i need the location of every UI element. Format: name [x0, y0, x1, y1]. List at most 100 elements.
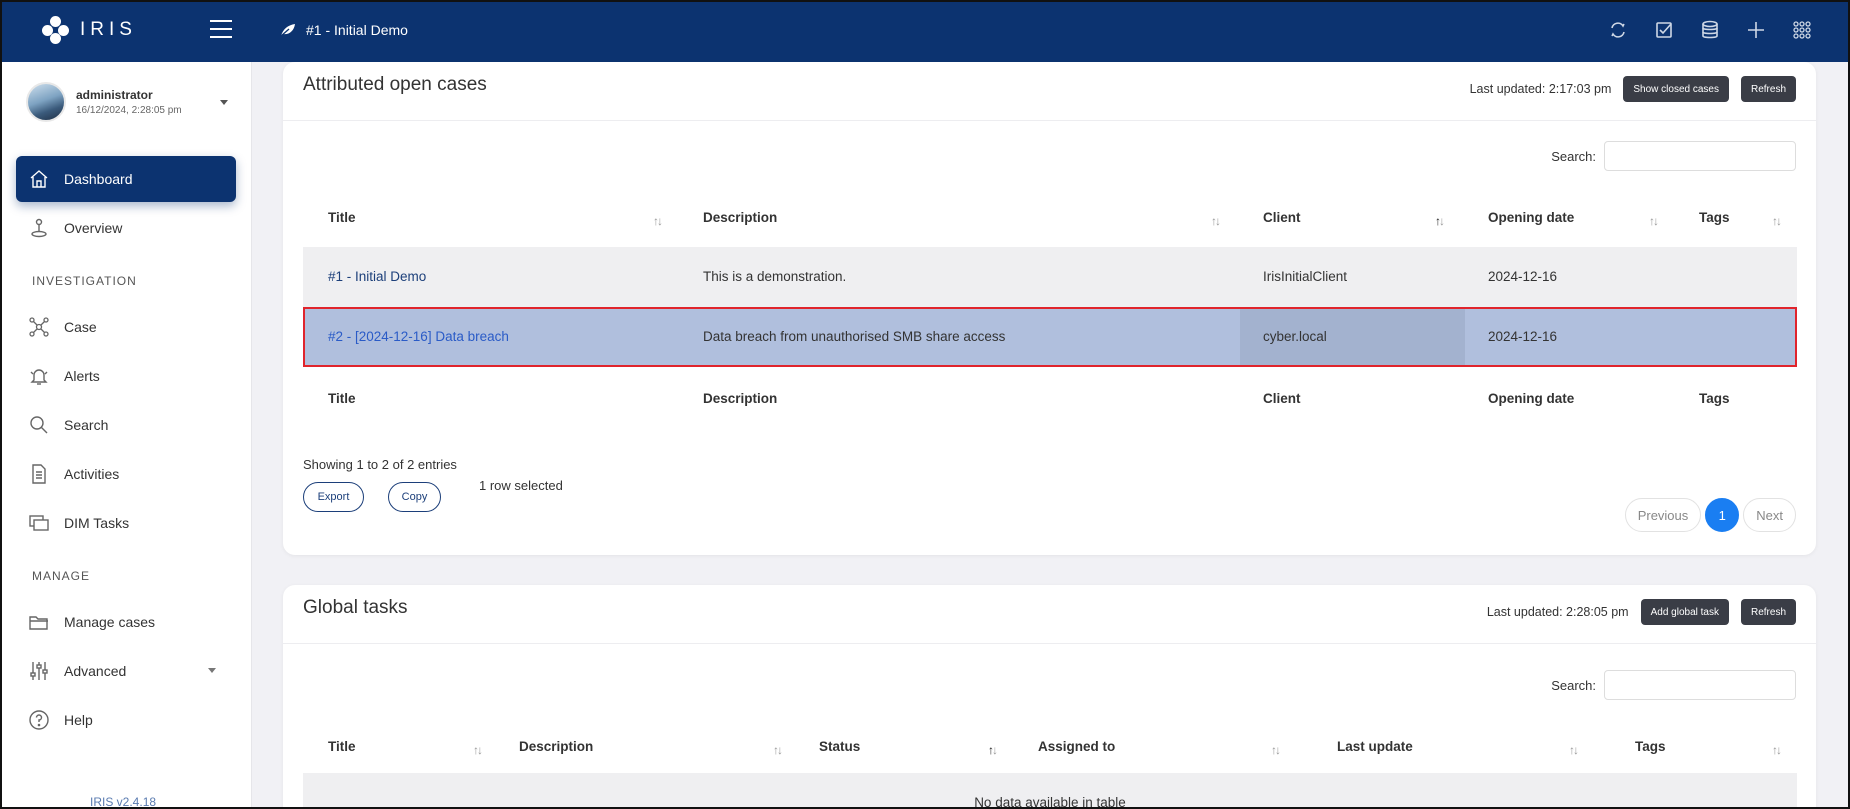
col-header-assigned-to[interactable]: Assigned to: [1038, 739, 1115, 754]
sort-icon[interactable]: ↑↓: [1271, 743, 1281, 757]
sidebar-item-label: Overview: [64, 220, 123, 236]
version-link[interactable]: IRIS v2.4.18: [90, 795, 156, 809]
sidebar-item-help[interactable]: Help: [16, 697, 236, 743]
home-icon: [26, 166, 52, 192]
refresh-icon[interactable]: [1606, 18, 1630, 42]
open-cases-title: Attributed open cases: [303, 74, 487, 95]
folder-icon: [26, 609, 52, 635]
cases-last-updated: Last updated: 2:17:03 pm: [1469, 82, 1612, 96]
copy-button[interactable]: Copy: [388, 482, 441, 512]
show-closed-cases-button[interactable]: Show closed cases: [1623, 76, 1729, 102]
sidebar-item-search[interactable]: Search: [16, 402, 236, 448]
col-header-client[interactable]: Client: [1263, 210, 1301, 225]
table-row[interactable]: #1 - Initial Demo This is a demonstratio…: [303, 247, 1797, 307]
sidebar-item-label: Case: [64, 319, 97, 335]
col-header-description[interactable]: Description: [519, 739, 593, 754]
sidebar-item-overview[interactable]: Overview: [16, 205, 236, 251]
col-header-last-update[interactable]: Last update: [1337, 739, 1413, 754]
sort-icon[interactable]: ↑↓: [1649, 214, 1659, 228]
col-header-status[interactable]: Status: [819, 739, 860, 754]
menu-toggle-button[interactable]: [210, 20, 232, 38]
empty-table-message: No data available in table: [974, 795, 1126, 809]
sidebar-item-label: Dashboard: [64, 171, 133, 187]
apps-grid-icon[interactable]: [1790, 18, 1814, 42]
sidebar-item-label: Advanced: [64, 663, 127, 679]
sidebar-item-label: DIM Tasks: [64, 515, 130, 531]
logo-mark-icon: [42, 16, 70, 44]
user-datetime: 16/12/2024, 2:28:05 pm: [76, 105, 182, 116]
cases-search-input[interactable]: [1604, 141, 1796, 171]
col-footer-client: Client: [1263, 391, 1301, 406]
selection-info: 1 row selected: [479, 478, 563, 493]
case-opening-date: 2024-12-16: [1488, 269, 1558, 284]
sidebar-item-activities[interactable]: Activities: [16, 451, 236, 497]
previous-page-button[interactable]: Previous: [1624, 498, 1702, 532]
sort-icon[interactable]: ↑↓: [1569, 743, 1579, 757]
checkbox-icon[interactable]: [1652, 18, 1676, 42]
case-title-link[interactable]: #2 - [2024-12-16] Data breach: [328, 329, 509, 344]
top-bar: IRIS #1 - Initial Demo: [0, 0, 1850, 62]
tasks-last-updated: Last updated: 2:28:05 pm: [1486, 605, 1629, 619]
logo-text: IRIS: [80, 19, 137, 40]
avatar: [26, 82, 66, 122]
cases-refresh-button[interactable]: Refresh: [1740, 76, 1796, 102]
leaf-icon: [280, 24, 295, 37]
help-icon: [26, 707, 52, 733]
sort-icon[interactable]: ↑↓: [473, 743, 483, 757]
tasks-search-input[interactable]: [1604, 670, 1796, 700]
col-header-opening-date[interactable]: Opening date: [1488, 210, 1574, 225]
sidebar-section-manage: MANAGE: [32, 569, 91, 583]
sort-icon[interactable]: ↑↓: [773, 743, 783, 757]
sidebar-section-investigation: INVESTIGATION: [32, 274, 137, 288]
sidebar-item-dim-tasks[interactable]: DIM Tasks: [16, 500, 236, 546]
current-case-breadcrumb[interactable]: #1 - Initial Demo: [280, 22, 408, 38]
case-description: This is a demonstration.: [703, 269, 847, 284]
sort-icon[interactable]: ↑↓: [653, 214, 663, 228]
sort-asc-icon[interactable]: ↑↓: [988, 743, 998, 757]
chevron-down-icon: [220, 100, 228, 105]
sort-icon[interactable]: ↑↓: [1772, 743, 1782, 757]
global-tasks-title: Global tasks: [303, 597, 408, 618]
cases-search-label: Search:: [1551, 148, 1596, 164]
sidebar-item-dashboard[interactable]: Dashboard: [16, 156, 236, 202]
sidebar-item-case[interactable]: Case: [16, 304, 236, 350]
sidebar-item-label: Search: [64, 417, 109, 433]
plus-icon[interactable]: [1744, 18, 1768, 42]
sort-icon[interactable]: ↑↓: [1211, 214, 1221, 228]
page-1-button[interactable]: 1: [1705, 498, 1740, 532]
col-header-title[interactable]: Title: [328, 210, 356, 225]
sidebar-item-label: Help: [64, 712, 93, 728]
case-client: IrisInitialClient: [1263, 269, 1348, 284]
sidebar-item-label: Manage cases: [64, 614, 156, 630]
case-title-link[interactable]: #1 - Initial Demo: [328, 269, 426, 284]
case-opening-date: 2024-12-16: [1488, 329, 1558, 344]
col-footer-description: Description: [703, 391, 778, 406]
next-page-button[interactable]: Next: [1743, 498, 1796, 532]
add-global-task-button[interactable]: Add global task: [1640, 599, 1729, 625]
sidebar-item-manage-cases[interactable]: Manage cases: [16, 599, 236, 645]
sidebar-item-alerts[interactable]: Alerts: [16, 353, 236, 399]
pagination: Previous 1 Next: [1624, 498, 1796, 532]
export-button[interactable]: Export: [303, 482, 364, 512]
sort-icon[interactable]: ↑↓: [1772, 214, 1782, 228]
global-tasks-card: Global tasks Last updated: 2:28:05 pm Ad…: [283, 585, 1816, 809]
user-menu[interactable]: administrator 16/12/2024, 2:28:05 pm: [26, 82, 236, 122]
col-header-description[interactable]: Description: [703, 210, 777, 225]
database-icon[interactable]: [1698, 18, 1722, 42]
col-header-title[interactable]: Title: [328, 739, 356, 754]
iris-logo[interactable]: IRIS: [42, 16, 137, 44]
col-footer-tags: Tags: [1699, 391, 1730, 406]
user-name: administrator: [76, 88, 153, 102]
tasks-search: Search:: [1551, 670, 1796, 700]
cases-table: Title ↑↓ Description ↑↓ Client ↑↓ Openin…: [303, 202, 1797, 442]
col-header-tags[interactable]: Tags: [1699, 210, 1730, 225]
sort-asc-icon[interactable]: ↑↓: [1435, 214, 1445, 228]
col-header-tags[interactable]: Tags: [1635, 739, 1666, 754]
sliders-icon: [26, 658, 52, 684]
location-person-icon: [26, 215, 52, 241]
col-footer-opening-date: Opening date: [1488, 391, 1575, 406]
tasks-refresh-button[interactable]: Refresh: [1740, 599, 1796, 625]
windows-stack-icon: [26, 510, 52, 536]
sidebar-item-advanced[interactable]: Advanced: [16, 648, 236, 694]
table-row-selected[interactable]: #2 - [2024-12-16] Data breach Data breac…: [303, 307, 1797, 367]
